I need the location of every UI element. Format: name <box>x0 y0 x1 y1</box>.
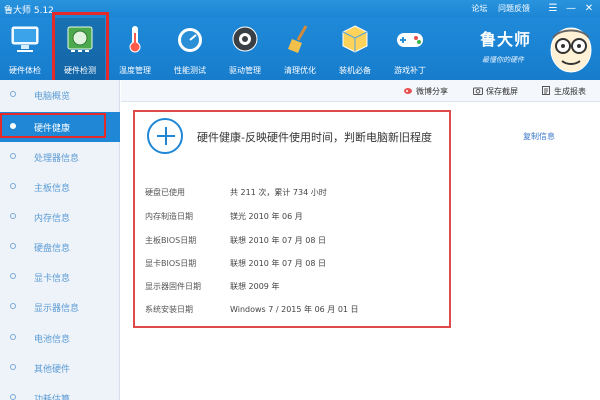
bullet-icon <box>10 91 16 97</box>
thermometer-icon <box>129 26 141 53</box>
sidebar-item-motherboard[interactable]: 主板信息 <box>0 172 120 202</box>
info-value: 共 211 次，累计 734 小时 <box>230 188 327 197</box>
sidebar-item-power[interactable]: 功耗估算 <box>0 383 120 400</box>
tool-driver[interactable]: 驱动管理 <box>220 18 270 80</box>
report-icon <box>542 86 550 95</box>
action-bar: 微博分享 保存截屏 生成报表 <box>121 80 600 102</box>
tool-cleanup[interactable]: 清理优化 <box>275 18 325 80</box>
close-icon[interactable]: ✕ <box>580 0 598 18</box>
save-screenshot-button[interactable]: 保存截屏 <box>473 86 518 97</box>
camera-icon <box>473 87 483 95</box>
window-controls: ☰ — ✕ <box>544 0 598 18</box>
bullet-icon <box>10 334 16 340</box>
info-key: 硬盘已使用 <box>145 188 185 197</box>
card-title: 硬件健康-反映硬件使用时间，判断电脑新旧程度 <box>197 131 432 144</box>
tool-game-patch[interactable]: 游戏补丁 <box>385 18 435 80</box>
gear-icon <box>232 26 258 52</box>
bullet-icon <box>10 243 16 249</box>
bullet-icon <box>10 153 16 159</box>
tool-temperature[interactable]: 温度管理 <box>110 18 160 80</box>
sidebar-item-memory[interactable]: 内存信息 <box>0 202 120 232</box>
computer-check-icon <box>11 26 39 52</box>
sidebar-item-cpu[interactable]: 处理器信息 <box>0 142 120 172</box>
title-links: 论坛 问题反馈 <box>463 3 530 14</box>
highlight-box-sidebar <box>0 113 106 138</box>
tool-hardware-checkup[interactable]: 硬件体检 <box>0 18 50 80</box>
sidebar-item-battery[interactable]: 电池信息 <box>0 323 120 353</box>
minimize-icon[interactable]: — <box>562 0 580 18</box>
forum-link[interactable]: 论坛 <box>471 4 487 13</box>
info-value: 镁光 2010 年 06 月 <box>230 212 303 221</box>
sidebar-item-overview[interactable]: 电脑概览 <box>0 80 120 110</box>
bullet-icon <box>10 273 16 279</box>
info-value: 联想 2010 年 07 月 08 日 <box>230 259 326 268</box>
info-key: 显卡BIOS日期 <box>145 259 197 268</box>
speedometer-icon <box>178 28 202 52</box>
info-key: 内存制造日期 <box>145 212 193 221</box>
info-key: 系统安装日期 <box>145 305 193 314</box>
bullet-icon <box>10 364 16 370</box>
info-value: 联想 2010 年 07 月 08 日 <box>230 236 326 245</box>
mascot-logo-icon <box>550 27 592 73</box>
menu-icon[interactable]: ☰ <box>544 0 562 18</box>
bullet-icon <box>10 183 16 189</box>
info-key: 主板BIOS日期 <box>145 236 197 245</box>
broom-icon <box>288 25 308 53</box>
app-title: 鲁大师 5.12 <box>4 6 54 16</box>
copy-info-link[interactable]: 复制信息 <box>523 131 555 142</box>
hardware-health-card: 硬件健康-反映硬件使用时间，判断电脑新旧程度 硬盘已使用 共 211 次，累计 … <box>133 110 451 328</box>
weibo-icon <box>404 88 412 94</box>
sidebar-item-disk[interactable]: 硬盘信息 <box>0 232 120 262</box>
bullet-icon <box>10 394 16 400</box>
sidebar-item-monitor[interactable]: 显示器信息 <box>0 292 120 322</box>
info-value: Windows 7 / 2015 年 06 月 01 日 <box>230 305 359 314</box>
tool-performance[interactable]: 性能测试 <box>165 18 215 80</box>
sidebar-item-other[interactable]: 其他硬件 <box>0 353 120 383</box>
cube-package-icon <box>342 25 368 53</box>
tool-essentials[interactable]: 装机必备 <box>330 18 380 80</box>
info-value: 联想 2009 年 <box>230 282 280 291</box>
brand-name: 鲁大师 <box>480 30 532 49</box>
sidebar-item-gpu[interactable]: 显卡信息 <box>0 262 120 292</box>
gamepad-icon <box>397 33 423 47</box>
brand-slogan: 最懂你的硬件 <box>482 56 524 64</box>
highlight-box-tool <box>52 12 109 84</box>
generate-report-button[interactable]: 生成报表 <box>541 86 586 97</box>
bullet-icon <box>10 213 16 219</box>
share-weibo-button[interactable]: 微博分享 <box>403 86 448 97</box>
feedback-link[interactable]: 问题反馈 <box>498 4 530 13</box>
info-key: 显示器固件日期 <box>145 282 201 291</box>
bullet-icon <box>10 303 16 309</box>
plus-icon <box>147 118 183 154</box>
